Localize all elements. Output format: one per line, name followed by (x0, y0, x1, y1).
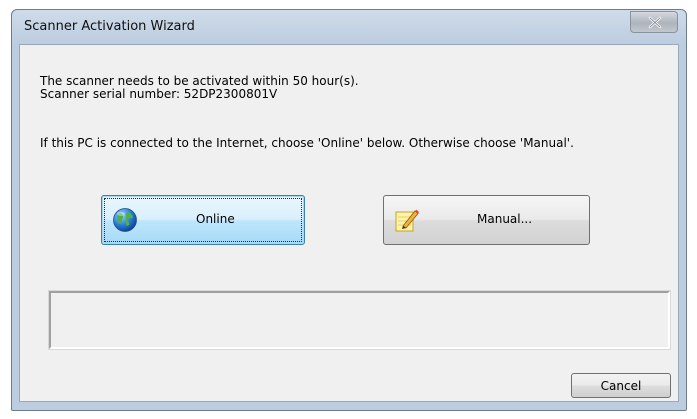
wizard-window: Scanner Activation Wizard The scanner ne… (11, 9, 687, 411)
close-button[interactable] (630, 11, 678, 33)
dialog-client-area: The scanner needs to be activated within… (19, 44, 679, 402)
manual-button[interactable]: Manual... (383, 195, 590, 245)
manual-button-label: Manual... (477, 212, 533, 226)
close-icon (648, 16, 662, 29)
cancel-button-label: Cancel (600, 379, 642, 393)
cancel-button[interactable]: Cancel (571, 373, 671, 398)
window-title: Scanner Activation Wizard (24, 19, 195, 34)
serial-number-text: Scanner serial number: 52DP2300801V (40, 87, 278, 101)
online-button[interactable]: Online (101, 195, 305, 245)
title-bar[interactable]: Scanner Activation Wizard (12, 10, 686, 44)
activation-deadline-text: The scanner needs to be activated within… (40, 74, 359, 88)
globe-icon (113, 208, 137, 232)
status-box (49, 291, 670, 349)
pencil-notepad-icon (395, 209, 419, 232)
instruction-text: If this PC is connected to the Internet,… (40, 136, 574, 150)
online-button-label: Online (196, 212, 235, 226)
